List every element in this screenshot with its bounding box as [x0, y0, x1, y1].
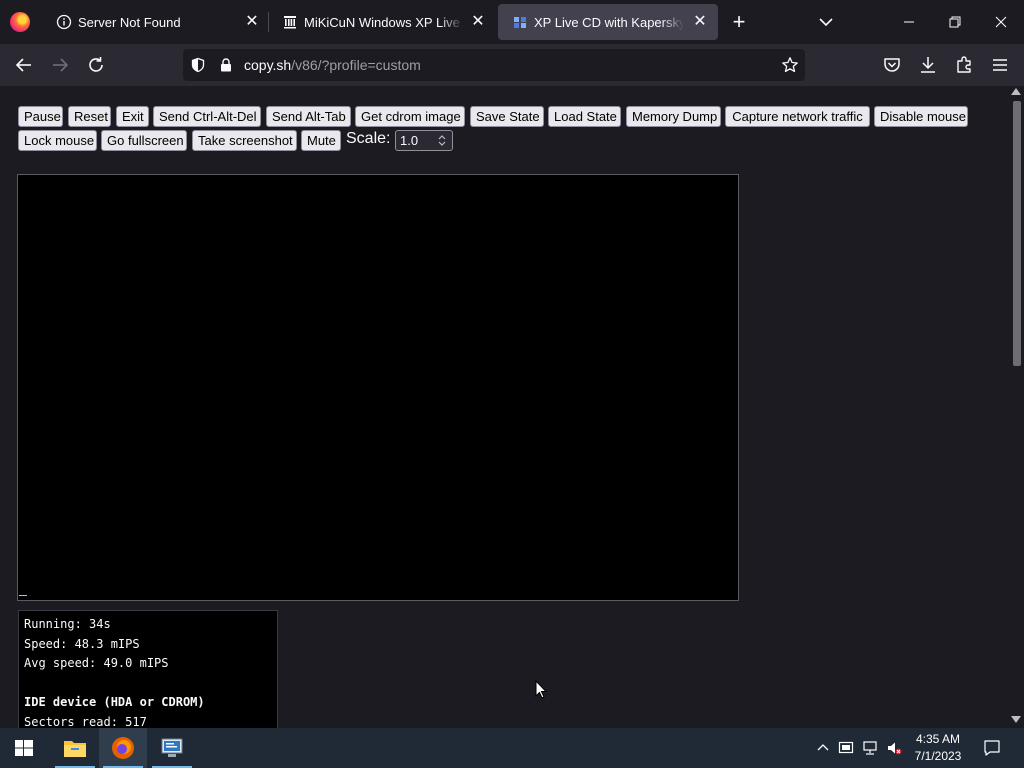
clock-time: 4:35 AM	[915, 732, 961, 746]
close-icon[interactable]: ✕	[468, 12, 488, 32]
tab-server-not-found[interactable]: Server Not Found ✕	[42, 4, 270, 40]
vertical-scrollbar[interactable]	[1008, 86, 1024, 728]
clock-date: 7/1/2023	[914, 749, 962, 763]
windows-taskbar: 4:35 AM 7/1/2023	[0, 728, 1024, 768]
reset-button[interactable]: Reset	[68, 106, 111, 127]
notification-center-icon[interactable]	[983, 739, 1001, 757]
emulator-screen[interactable]	[17, 174, 739, 601]
close-icon[interactable]: ✕	[690, 12, 710, 32]
stat-ide-heading: IDE device (HDA or CDROM)	[24, 695, 205, 709]
network-icon[interactable]	[862, 740, 878, 756]
get-cdrom-image-button[interactable]: Get cdrom image	[355, 106, 465, 127]
volume-muted-icon[interactable]	[886, 740, 902, 756]
exit-button[interactable]: Exit	[116, 106, 149, 127]
star-bookmark-icon[interactable]	[781, 56, 799, 74]
mouse-pointer-icon	[535, 680, 547, 699]
tab-xp-live-cd[interactable]: XP Live CD with Kapersky.iso - V ✕	[498, 4, 718, 40]
spinner-arrows-icon[interactable]	[436, 133, 448, 148]
chevron-up-icon[interactable]	[815, 740, 831, 756]
close-icon[interactable]: ✕	[242, 12, 262, 32]
tab-title: XP Live CD with Kapersky.iso - V	[534, 15, 684, 30]
reload-icon[interactable]	[84, 53, 108, 77]
forward-arrow-icon[interactable]	[48, 53, 72, 77]
remote-desktop-button[interactable]	[148, 728, 196, 768]
minimize-icon[interactable]	[886, 0, 932, 44]
scale-label: Scale:	[346, 130, 391, 147]
take-screenshot-button[interactable]: Take screenshot	[192, 130, 297, 151]
address-bar[interactable]: copy.sh/v86/?profile=custom	[183, 49, 805, 81]
window-close-icon[interactable]	[978, 0, 1024, 44]
stat-speed: Speed: 48.3 mIPS	[24, 636, 140, 651]
url-path: /v86/?profile=custom	[291, 57, 421, 73]
archive-org-icon	[284, 16, 296, 29]
clock[interactable]: 4:35 AM 7/1/2023	[908, 731, 968, 765]
go-fullscreen-button[interactable]: Go fullscreen	[101, 130, 187, 151]
firefox-taskbar-button[interactable]	[99, 728, 147, 768]
chevron-down-icon[interactable]	[815, 11, 837, 33]
url-text[interactable]: copy.sh/v86/?profile=custom	[244, 57, 421, 73]
lock-mouse-button[interactable]: Lock mouse	[18, 130, 97, 151]
scroll-up-arrow-icon[interactable]	[1011, 88, 1021, 95]
url-host: copy.sh	[244, 57, 292, 73]
new-tab-button[interactable]: +	[728, 11, 750, 33]
send-alt-tab-button[interactable]: Send Alt-Tab	[266, 106, 351, 127]
scale-value: 1.0	[400, 133, 419, 148]
stat-spacer	[24, 676, 272, 696]
info-icon	[56, 14, 72, 30]
load-state-button[interactable]: Load State	[548, 106, 621, 127]
windows-start-icon[interactable]	[0, 728, 48, 768]
disable-mouse-button[interactable]: Disable mouse	[874, 106, 968, 127]
security-tray-icon[interactable]	[838, 740, 854, 756]
scroll-down-arrow-icon[interactable]	[1011, 716, 1021, 723]
scale-input[interactable]: 1.0	[395, 130, 453, 151]
navigation-bar: copy.sh/v86/?profile=custom	[0, 44, 1024, 86]
file-explorer-icon	[64, 741, 86, 757]
save-state-button[interactable]: Save State	[470, 106, 544, 127]
page-content: Pause Reset Exit Send Ctrl-Alt-Del Send …	[0, 86, 1008, 728]
lock-icon[interactable]	[218, 57, 234, 73]
file-explorer-button[interactable]	[51, 728, 99, 768]
extensions-icon[interactable]	[952, 53, 976, 77]
tab-title: MiKiCuN Windows XP Live CD with	[304, 15, 464, 30]
send-ctrl-alt-del-button[interactable]: Send Ctrl-Alt-Del	[153, 106, 261, 127]
text-cursor	[19, 595, 27, 596]
back-arrow-icon[interactable]	[12, 53, 36, 77]
emulator-stats-panel: Running: 34s Speed: 48.3 mIPS Avg speed:…	[18, 610, 278, 728]
mute-button[interactable]: Mute	[301, 130, 341, 151]
scrollbar-thumb[interactable]	[1013, 101, 1021, 366]
remote-desktop-icon	[161, 738, 183, 757]
firefox-view-icon[interactable]	[10, 12, 30, 32]
stat-sectors-read: Sectors read: 517	[24, 714, 147, 729]
tab-mikicun[interactable]: MiKiCuN Windows XP Live CD with ✕	[268, 4, 496, 40]
tab-strip: Server Not Found ✕ MiKiCuN Windows XP Li…	[0, 0, 1024, 44]
download-icon[interactable]	[916, 53, 940, 77]
restore-icon[interactable]	[932, 0, 978, 44]
pause-button[interactable]: Pause	[18, 106, 63, 127]
v86-emulator-icon	[514, 17, 526, 28]
memory-dump-button[interactable]: Memory Dump	[626, 106, 721, 127]
stat-running: Running: 34s	[24, 617, 111, 631]
shield-icon[interactable]	[190, 57, 206, 73]
firefox-icon	[112, 737, 134, 759]
capture-network-traffic-button[interactable]: Capture network traffic	[725, 106, 870, 127]
tab-title: Server Not Found	[78, 15, 181, 30]
pocket-icon[interactable]	[880, 53, 904, 77]
stat-avg-speed: Avg speed: 49.0 mIPS	[24, 656, 169, 670]
hamburger-menu-icon[interactable]	[988, 53, 1012, 77]
